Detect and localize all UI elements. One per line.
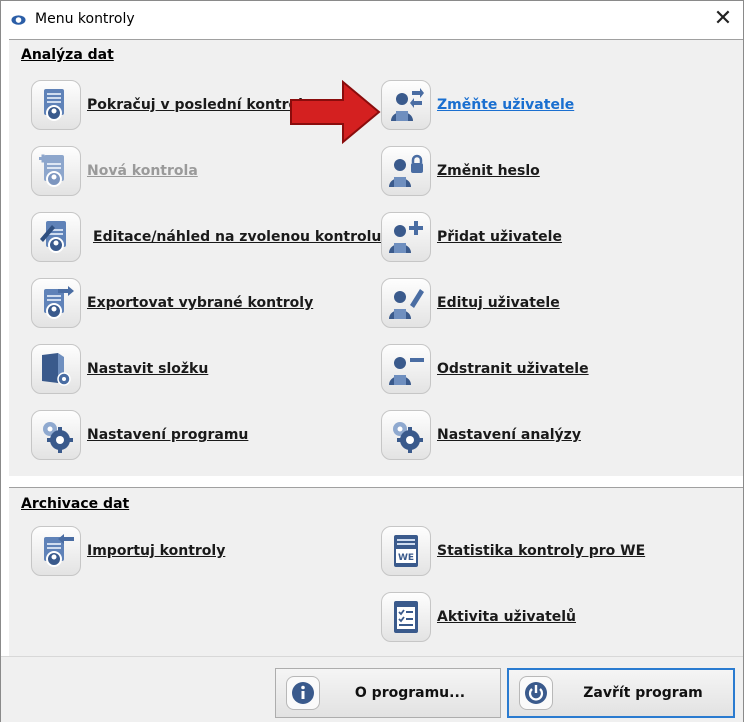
menu-item-label: Odstranit uživatele [437, 361, 589, 377]
folder-settings-icon [31, 344, 81, 394]
app-eye-icon [11, 15, 26, 25]
menu-item-program-settings[interactable]: Nastavení programu [31, 410, 248, 460]
menu-item-label: Editace/náhled na zvolenou kontrolu [93, 229, 382, 245]
menu-item-label: Nastavení programu [87, 427, 249, 443]
info-icon [286, 676, 320, 710]
menu-item-label: Pokračuj v poslední kontrole [87, 97, 313, 113]
power-icon [519, 676, 553, 710]
gears-icon [31, 410, 81, 460]
menu-item-label: Nová kontrola [87, 163, 198, 179]
user-edit-icon [381, 278, 431, 328]
menu-item-statistics-we[interactable]: WE Statistika kontroly pro WE [381, 526, 645, 576]
menu-item-switch-user[interactable]: Změňte uživatele [381, 80, 574, 130]
export-document-icon [31, 278, 81, 328]
switch-user-icon [381, 80, 431, 130]
menu-item-continue-last[interactable]: Pokračuj v poslední kontrole [31, 80, 312, 130]
close-icon: ✕ [713, 6, 733, 31]
svg-text:WE: WE [398, 553, 414, 563]
menu-item-label: Exportovat vybrané kontroly [87, 295, 314, 311]
title-bar: Menu kontroly ✕ [1, 1, 743, 39]
menu-item-export[interactable]: Exportovat vybrané kontroly [31, 278, 313, 328]
menu-item-new-control[interactable]: Nová kontrola [31, 146, 198, 196]
menu-item-edit-user[interactable]: Edituj uživatele [381, 278, 560, 328]
menu-item-set-folder[interactable]: Nastavit složku [31, 344, 208, 394]
menu-item-change-password[interactable]: Změnit heslo [381, 146, 540, 196]
menu-item-import[interactable]: Importuj kontroly [31, 526, 225, 576]
menu-item-edit-preview[interactable]: Editace/náhled na zvolenou kontrolu [31, 212, 381, 262]
menu-item-user-activity[interactable]: Aktivita uživatelů [381, 592, 576, 642]
archivace-section: Archivace dat Importuj kontroly WE Stati… [9, 487, 743, 657]
statistics-we-icon: WE [381, 526, 431, 576]
menu-item-add-user[interactable]: Přidat uživatele [381, 212, 562, 262]
user-lock-icon [381, 146, 431, 196]
menu-item-label: Statistika kontroly pro WE [437, 543, 646, 559]
continue-document-icon [31, 80, 81, 130]
menu-item-label: Edituj uživatele [437, 295, 560, 311]
menu-item-analysis-settings[interactable]: Nastavení analýzy [381, 410, 581, 460]
menu-item-label: Přidat uživatele [437, 229, 562, 245]
menu-window: Menu kontroly ✕ Analýza dat Pokračuj v p… [0, 0, 744, 722]
user-activity-icon [381, 592, 431, 642]
import-document-icon [31, 526, 81, 576]
analyza-section: Analýza dat Pokračuj v poslední kontrole… [9, 39, 743, 477]
menu-item-label: Aktivita uživatelů [437, 609, 577, 625]
section-title-archivace: Archivace dat [21, 496, 130, 512]
close-window-button[interactable]: ✕ [703, 1, 743, 39]
user-remove-icon [381, 344, 431, 394]
menu-item-label: Nastavit složku [87, 361, 209, 377]
menu-item-label: Nastavení analýzy [437, 427, 581, 443]
bottom-bar: O programu... Zavřít program [1, 656, 743, 722]
menu-item-label: Importuj kontroly [87, 543, 226, 559]
about-button-label: O programu... [354, 685, 466, 701]
edit-document-icon [31, 212, 81, 262]
close-program-label: Zavřít program [583, 685, 703, 701]
section-title-analyza: Analýza dat [21, 47, 114, 63]
menu-item-label: Změňte uživatele [437, 97, 575, 113]
red-arrow-icon [290, 79, 381, 145]
close-program-button[interactable]: Zavřít program [507, 668, 735, 718]
user-add-icon [381, 212, 431, 262]
gears-icon [381, 410, 431, 460]
new-document-icon [31, 146, 81, 196]
about-button[interactable]: O programu... [275, 668, 501, 718]
window-title: Menu kontroly [35, 11, 135, 27]
menu-item-label: Změnit heslo [437, 163, 540, 179]
menu-item-remove-user[interactable]: Odstranit uživatele [381, 344, 589, 394]
